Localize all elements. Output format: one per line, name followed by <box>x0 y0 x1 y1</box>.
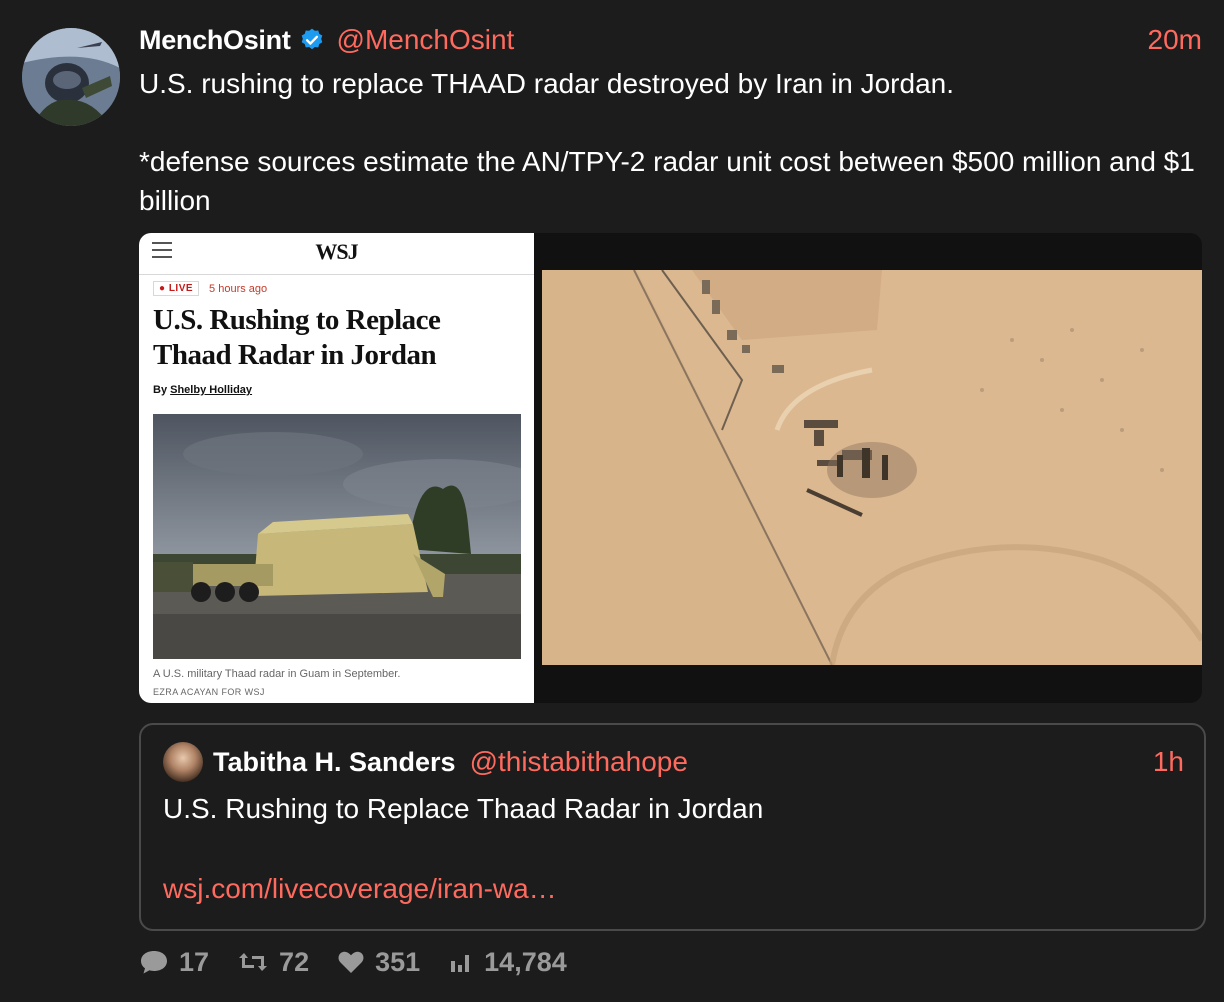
repost-button[interactable]: 72 <box>237 947 309 978</box>
quoted-tweet-text: U.S. Rushing to Replace Thaad Radar in J… <box>163 793 764 824</box>
byline-prefix: By <box>153 384 168 396</box>
wsj-logo: WSJ <box>315 239 358 264</box>
tweet-actions: 17 72 351 14,784 <box>139 944 595 980</box>
quoted-author-handle[interactable]: @thistabithahope <box>470 746 688 778</box>
heart-icon <box>338 951 364 973</box>
repost-icon <box>239 953 268 971</box>
tweet-body: U.S. rushing to replace THAAD radar dest… <box>139 64 1199 220</box>
photo-credit: EZRA ACAYAN FOR WSJ <box>153 687 265 697</box>
quoted-author-name[interactable]: Tabitha H. Sanders <box>213 747 456 778</box>
verified-badge-icon <box>301 28 322 50</box>
like-count: 351 <box>375 946 421 977</box>
quoted-tweet[interactable]: Tabitha H. Sanders @thistabithahope 1h U… <box>139 723 1206 931</box>
views-chart-icon <box>451 955 470 972</box>
quoted-tweet-timestamp[interactable]: 1h <box>1153 746 1184 778</box>
wsj-byline: By Shelby Holliday <box>153 384 252 396</box>
pilot-avatar-image <box>22 28 120 126</box>
wsj-time-ago: 5 hours ago <box>209 282 268 295</box>
wsj-headline: U.S. Rushing to Replace Thaad Radar in J… <box>153 304 441 371</box>
quoted-tweet-link[interactable]: wsj.com/livecoverage/iran-wa… <box>163 873 557 905</box>
wsj-topbar: WSJ <box>139 233 534 275</box>
like-button[interactable]: 351 <box>337 947 420 978</box>
reply-button[interactable]: 17 <box>139 947 209 978</box>
tweet-text-line: *defense sources estimate the AN/TPY-2 r… <box>139 146 1195 216</box>
reply-icon <box>141 951 167 974</box>
byline-author: Shelby Holliday <box>170 384 253 396</box>
live-badge: ● LIVE <box>153 281 200 296</box>
tweet-text-line: U.S. rushing to replace THAAD radar dest… <box>139 68 954 99</box>
satellite-image[interactable] <box>542 270 1202 665</box>
author-handle[interactable]: @MenchOsint <box>337 24 515 56</box>
author-display-name[interactable]: MenchOsint <box>139 25 291 56</box>
tweet-timestamp[interactable]: 20m <box>1148 24 1202 56</box>
wsj-meta: ● LIVE 5 hours ago <box>153 281 267 296</box>
tweet-header: MenchOsint @MenchOsint 20m <box>139 22 1202 58</box>
reply-count: 17 <box>179 946 210 977</box>
wsj-article-screenshot[interactable]: WSJ ● LIVE 5 hours ago U.S. Rushing to R… <box>139 233 534 703</box>
tweet-media[interactable]: WSJ ● LIVE 5 hours ago U.S. Rushing to R… <box>139 233 1202 703</box>
author-avatar[interactable] <box>22 28 120 126</box>
quoted-author-avatar[interactable] <box>163 742 203 782</box>
thaad-radar-photo <box>153 414 521 659</box>
photo-caption: A U.S. military Thaad radar in Guam in S… <box>153 668 401 680</box>
views-button[interactable]: 14,784 <box>448 947 567 978</box>
quoted-tweet-header: Tabitha H. Sanders @thistabithahope 1h <box>213 742 1184 782</box>
repost-count: 72 <box>279 946 310 977</box>
view-count: 14,784 <box>484 946 567 977</box>
